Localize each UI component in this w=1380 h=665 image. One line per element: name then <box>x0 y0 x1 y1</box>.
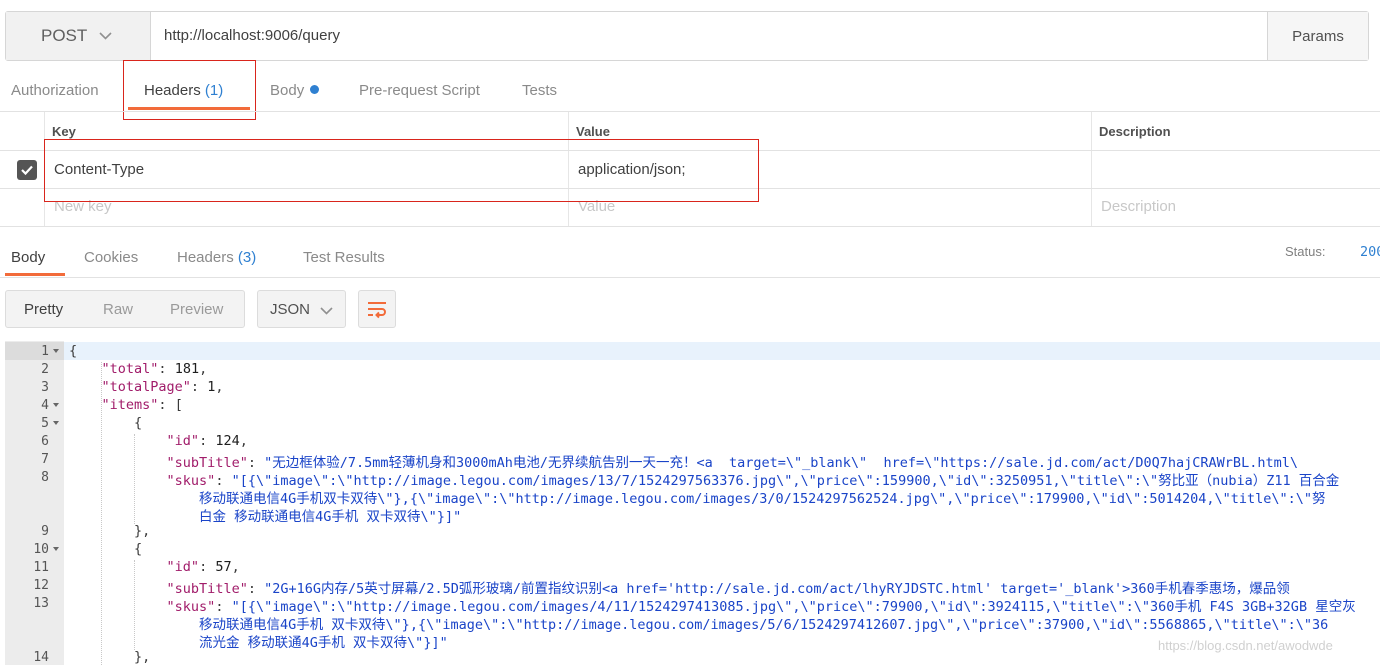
wrap-lines-button[interactable] <box>358 290 396 328</box>
format-select-value: JSON <box>270 301 311 318</box>
url-input[interactable]: http://localhost:9006/query <box>164 27 340 44</box>
chevron-down-icon <box>320 307 333 315</box>
active-line-highlight <box>64 342 1380 360</box>
column-header-key: Key <box>52 124 76 139</box>
tab-body[interactable]: Body <box>270 82 320 99</box>
column-divider <box>1091 112 1092 226</box>
code-line: "skus": "[{\"image\":\"http://image.lego… <box>166 473 1340 489</box>
line-number: 11 <box>33 560 49 575</box>
response-status: Status: 200 OK <box>1285 244 1380 260</box>
code-line: "total": 181, <box>101 361 208 377</box>
tab-authorization[interactable]: Authorization <box>11 82 99 99</box>
params-button[interactable]: Params <box>1267 12 1368 60</box>
line-number: 10 <box>33 542 49 557</box>
column-header-value: Value <box>576 124 610 139</box>
code-line: }, <box>134 649 151 665</box>
preview-button[interactable]: Preview <box>170 301 223 318</box>
code-line-wrapped: 流光金 移动联通4G手机 双卡双待\"}]" <box>199 635 448 651</box>
code-line: "subTitle": "2G+16G内存/5英寸屏幕/2.5D弧形玻璃/前置指… <box>166 581 1290 597</box>
watermark: https://blog.csdn.net/awodwde <box>1158 638 1333 653</box>
line-number: 13 <box>33 596 49 611</box>
code-line: }, <box>134 523 151 539</box>
header-enabled-checkbox[interactable] <box>17 160 37 180</box>
format-select[interactable]: JSON <box>257 290 346 328</box>
method-select[interactable]: POST <box>6 12 151 60</box>
fold-toggle-icon[interactable] <box>53 349 59 353</box>
line-number: 7 <box>41 452 49 467</box>
response-tab-headers[interactable]: Headers (3) <box>177 249 256 266</box>
raw-button[interactable]: Raw <box>103 301 133 318</box>
view-mode-group: Pretty Raw Preview <box>5 290 245 328</box>
line-number: 14 <box>33 650 49 665</box>
fold-toggle-icon[interactable] <box>53 421 59 425</box>
fold-toggle-icon[interactable] <box>53 547 59 551</box>
divider <box>0 111 1380 112</box>
code-line: "id": 124, <box>166 433 248 449</box>
tab-tests[interactable]: Tests <box>522 82 557 99</box>
response-headers-count: (3) <box>237 249 257 266</box>
pretty-button[interactable]: Pretty <box>24 301 63 318</box>
line-number: 5 <box>41 416 49 431</box>
status-code: 200 OK <box>1360 244 1380 260</box>
line-number: 2 <box>41 362 49 377</box>
fold-toggle-icon[interactable] <box>53 403 59 407</box>
divider <box>0 277 1380 278</box>
column-header-description: Description <box>1099 124 1171 139</box>
annotation-highlight-header-row <box>44 139 759 202</box>
line-number: 4 <box>41 398 49 413</box>
code-line: "id": 57, <box>166 559 240 575</box>
code-line: "items": [ <box>101 397 183 413</box>
response-tab-cookies[interactable]: Cookies <box>84 249 138 266</box>
request-bar: POST http://localhost:9006/query Params <box>5 11 1369 61</box>
line-number: 9 <box>41 524 49 539</box>
code-line: "skus": "[{\"image\":\"http://image.lego… <box>166 599 1356 615</box>
code-line: { <box>134 415 143 431</box>
chevron-down-icon <box>99 32 112 40</box>
code-line: "totalPage": 1, <box>101 379 224 395</box>
line-number: 3 <box>41 380 49 395</box>
line-number: 8 <box>41 470 49 485</box>
line-number: 1 <box>41 344 49 359</box>
new-description-input[interactable]: Description <box>1101 198 1176 215</box>
code-line-wrapped: 移动联通电信4G手机 双卡双待\"},{\"image\":\"http://i… <box>199 617 1329 633</box>
line-number: 6 <box>41 434 49 449</box>
tab-pre-request-script[interactable]: Pre-request Script <box>359 82 480 99</box>
method-label: POST <box>41 26 88 45</box>
wrap-lines-icon <box>368 302 386 319</box>
divider <box>0 226 1380 227</box>
response-tab-body[interactable]: Body <box>11 249 45 266</box>
code-line: { <box>134 541 143 557</box>
code-line: "subTitle": "无边框体验/7.5mm轻薄机身和3000mAh电池/无… <box>166 455 1298 471</box>
active-response-tab-indicator <box>5 273 65 276</box>
code-line-wrapped: 白金 移动联通电信4G手机 双卡双待\"}]" <box>199 509 462 525</box>
code-line-wrapped: 移动联通电信4G手机双卡双待\"},{\"image\":\"http://im… <box>199 491 1326 507</box>
line-number: 12 <box>33 578 49 593</box>
response-tab-test-results[interactable]: Test Results <box>303 249 385 266</box>
code-line: { <box>69 343 78 359</box>
status-label: Status: <box>1285 244 1326 259</box>
modified-dot-icon <box>310 85 320 94</box>
checkmark-icon <box>21 165 33 176</box>
